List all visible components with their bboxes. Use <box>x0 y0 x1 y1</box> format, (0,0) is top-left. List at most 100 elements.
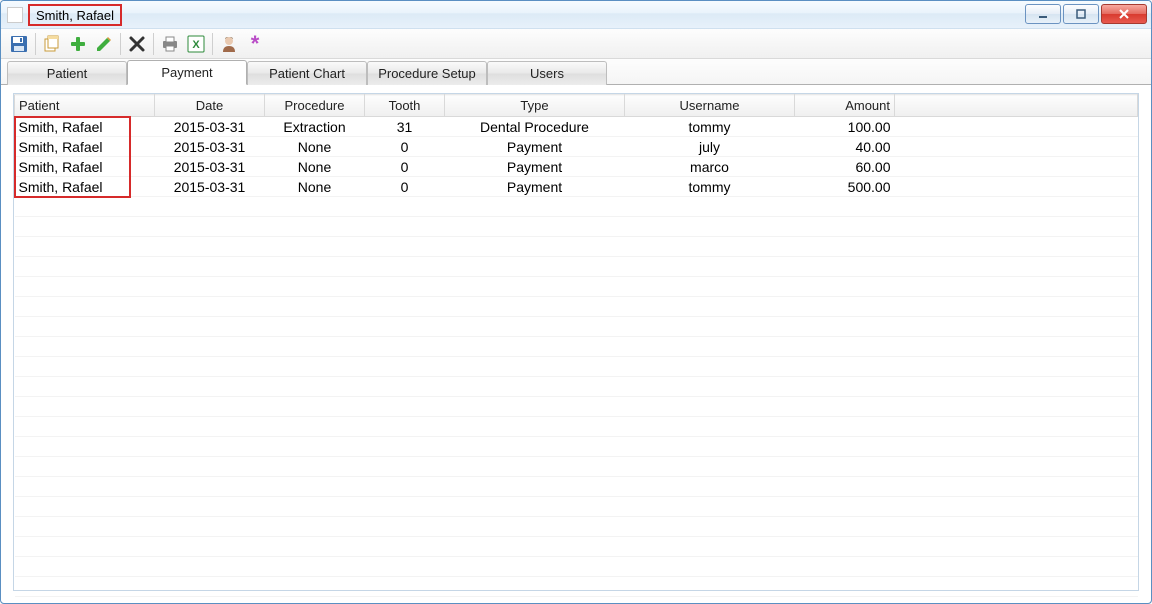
table-row-empty <box>15 317 1138 337</box>
cell-tooth: 0 <box>365 177 445 197</box>
col-header-patient[interactable]: Patient <box>15 95 155 117</box>
maximize-button[interactable] <box>1063 4 1099 24</box>
cell-type: Payment <box>445 137 625 157</box>
minimize-button[interactable] <box>1025 4 1061 24</box>
cell-patient: Smith, Rafael <box>15 157 155 177</box>
save-icon <box>10 35 28 53</box>
cell-amount: 100.00 <box>795 117 895 137</box>
svg-text:X: X <box>192 39 200 51</box>
cell-patient: Smith, Rafael <box>15 117 155 137</box>
app-window: Smith, Rafael <box>0 0 1152 604</box>
cell-date: 2015-03-31 <box>155 117 265 137</box>
window-title: Smith, Rafael <box>36 8 114 23</box>
cell-procedure: None <box>265 137 365 157</box>
toolbar-separator <box>120 33 121 55</box>
grid-header-row: Patient Date Procedure Tooth Type Userna… <box>15 95 1138 117</box>
col-header-amount[interactable]: Amount <box>795 95 895 117</box>
printer-icon <box>161 35 179 53</box>
table-row-empty <box>15 577 1138 597</box>
cell-patient: Smith, Rafael <box>15 177 155 197</box>
pencil-icon <box>95 35 113 53</box>
cell-fill <box>895 137 1138 157</box>
table-row-empty <box>15 417 1138 437</box>
table-row-empty <box>15 337 1138 357</box>
tab-label: Patient Chart <box>269 66 345 81</box>
col-header-fill <box>895 95 1138 117</box>
content-area: Patient Date Procedure Tooth Type Userna… <box>13 93 1139 591</box>
minimize-icon <box>1038 9 1048 19</box>
close-button[interactable] <box>1101 4 1147 24</box>
tab-users[interactable]: Users <box>487 61 607 85</box>
cell-fill <box>895 117 1138 137</box>
col-header-procedure[interactable]: Procedure <box>265 95 365 117</box>
delete-button[interactable] <box>125 32 149 56</box>
tab-patient-chart[interactable]: Patient Chart <box>247 61 367 85</box>
toolbar-separator <box>35 33 36 55</box>
toolbar-separator <box>212 33 213 55</box>
print-button[interactable] <box>158 32 182 56</box>
cell-date: 2015-03-31 <box>155 137 265 157</box>
cell-username: marco <box>625 157 795 177</box>
toolbar: X * <box>1 29 1151 59</box>
col-header-tooth[interactable]: Tooth <box>365 95 445 117</box>
cell-procedure: Extraction <box>265 117 365 137</box>
table-row[interactable]: Smith, Rafael2015-03-31None0Paymenttommy… <box>15 177 1138 197</box>
table-row-empty <box>15 537 1138 557</box>
cell-tooth: 31 <box>365 117 445 137</box>
table-row-empty <box>15 457 1138 477</box>
table-row[interactable]: Smith, Rafael2015-03-31None0Paymentmarco… <box>15 157 1138 177</box>
cell-tooth: 0 <box>365 157 445 177</box>
copy-icon <box>43 35 61 53</box>
cell-type: Payment <box>445 177 625 197</box>
col-header-username[interactable]: Username <box>625 95 795 117</box>
table-row-empty <box>15 237 1138 257</box>
cell-fill <box>895 177 1138 197</box>
add-button[interactable] <box>66 32 90 56</box>
table-row[interactable]: Smith, Rafael2015-03-31None0Paymentjuly4… <box>15 137 1138 157</box>
edit-button[interactable] <box>92 32 116 56</box>
payment-grid[interactable]: Patient Date Procedure Tooth Type Userna… <box>14 94 1138 597</box>
tab-payment[interactable]: Payment <box>127 60 247 85</box>
table-row-empty <box>15 257 1138 277</box>
cell-date: 2015-03-31 <box>155 157 265 177</box>
tab-label: Payment <box>161 65 212 80</box>
table-row-empty <box>15 497 1138 517</box>
window-controls <box>1025 4 1147 24</box>
cell-date: 2015-03-31 <box>155 177 265 197</box>
table-row-empty <box>15 217 1138 237</box>
user-icon <box>220 35 238 53</box>
tab-patient[interactable]: Patient <box>7 61 127 85</box>
table-row-empty <box>15 557 1138 577</box>
col-header-type[interactable]: Type <box>445 95 625 117</box>
tabstrip: Patient Payment Patient Chart Procedure … <box>1 59 1151 85</box>
close-icon <box>1118 8 1130 20</box>
app-icon <box>7 7 23 23</box>
export-excel-button[interactable]: X <box>184 32 208 56</box>
cell-username: tommy <box>625 117 795 137</box>
cell-amount: 60.00 <box>795 157 895 177</box>
cell-amount: 40.00 <box>795 137 895 157</box>
user-button[interactable] <box>217 32 241 56</box>
table-row-empty <box>15 377 1138 397</box>
tab-label: Procedure Setup <box>378 66 476 81</box>
cell-amount: 500.00 <box>795 177 895 197</box>
tab-procedure-setup[interactable]: Procedure Setup <box>367 61 487 85</box>
asterisk-button[interactable]: * <box>243 32 267 56</box>
table-row-empty <box>15 277 1138 297</box>
table-row[interactable]: Smith, Rafael2015-03-31Extraction31Denta… <box>15 117 1138 137</box>
table-row-empty <box>15 437 1138 457</box>
maximize-icon <box>1076 9 1086 19</box>
col-header-date[interactable]: Date <box>155 95 265 117</box>
tab-label: Users <box>530 66 564 81</box>
tab-label: Patient <box>47 66 87 81</box>
cell-username: july <box>625 137 795 157</box>
table-row-empty <box>15 357 1138 377</box>
save-button[interactable] <box>7 32 31 56</box>
asterisk-icon: * <box>251 36 260 52</box>
cell-procedure: None <box>265 177 365 197</box>
table-row-empty <box>15 517 1138 537</box>
cell-tooth: 0 <box>365 137 445 157</box>
copy-button[interactable] <box>40 32 64 56</box>
cell-type: Dental Procedure <box>445 117 625 137</box>
table-row-empty <box>15 297 1138 317</box>
